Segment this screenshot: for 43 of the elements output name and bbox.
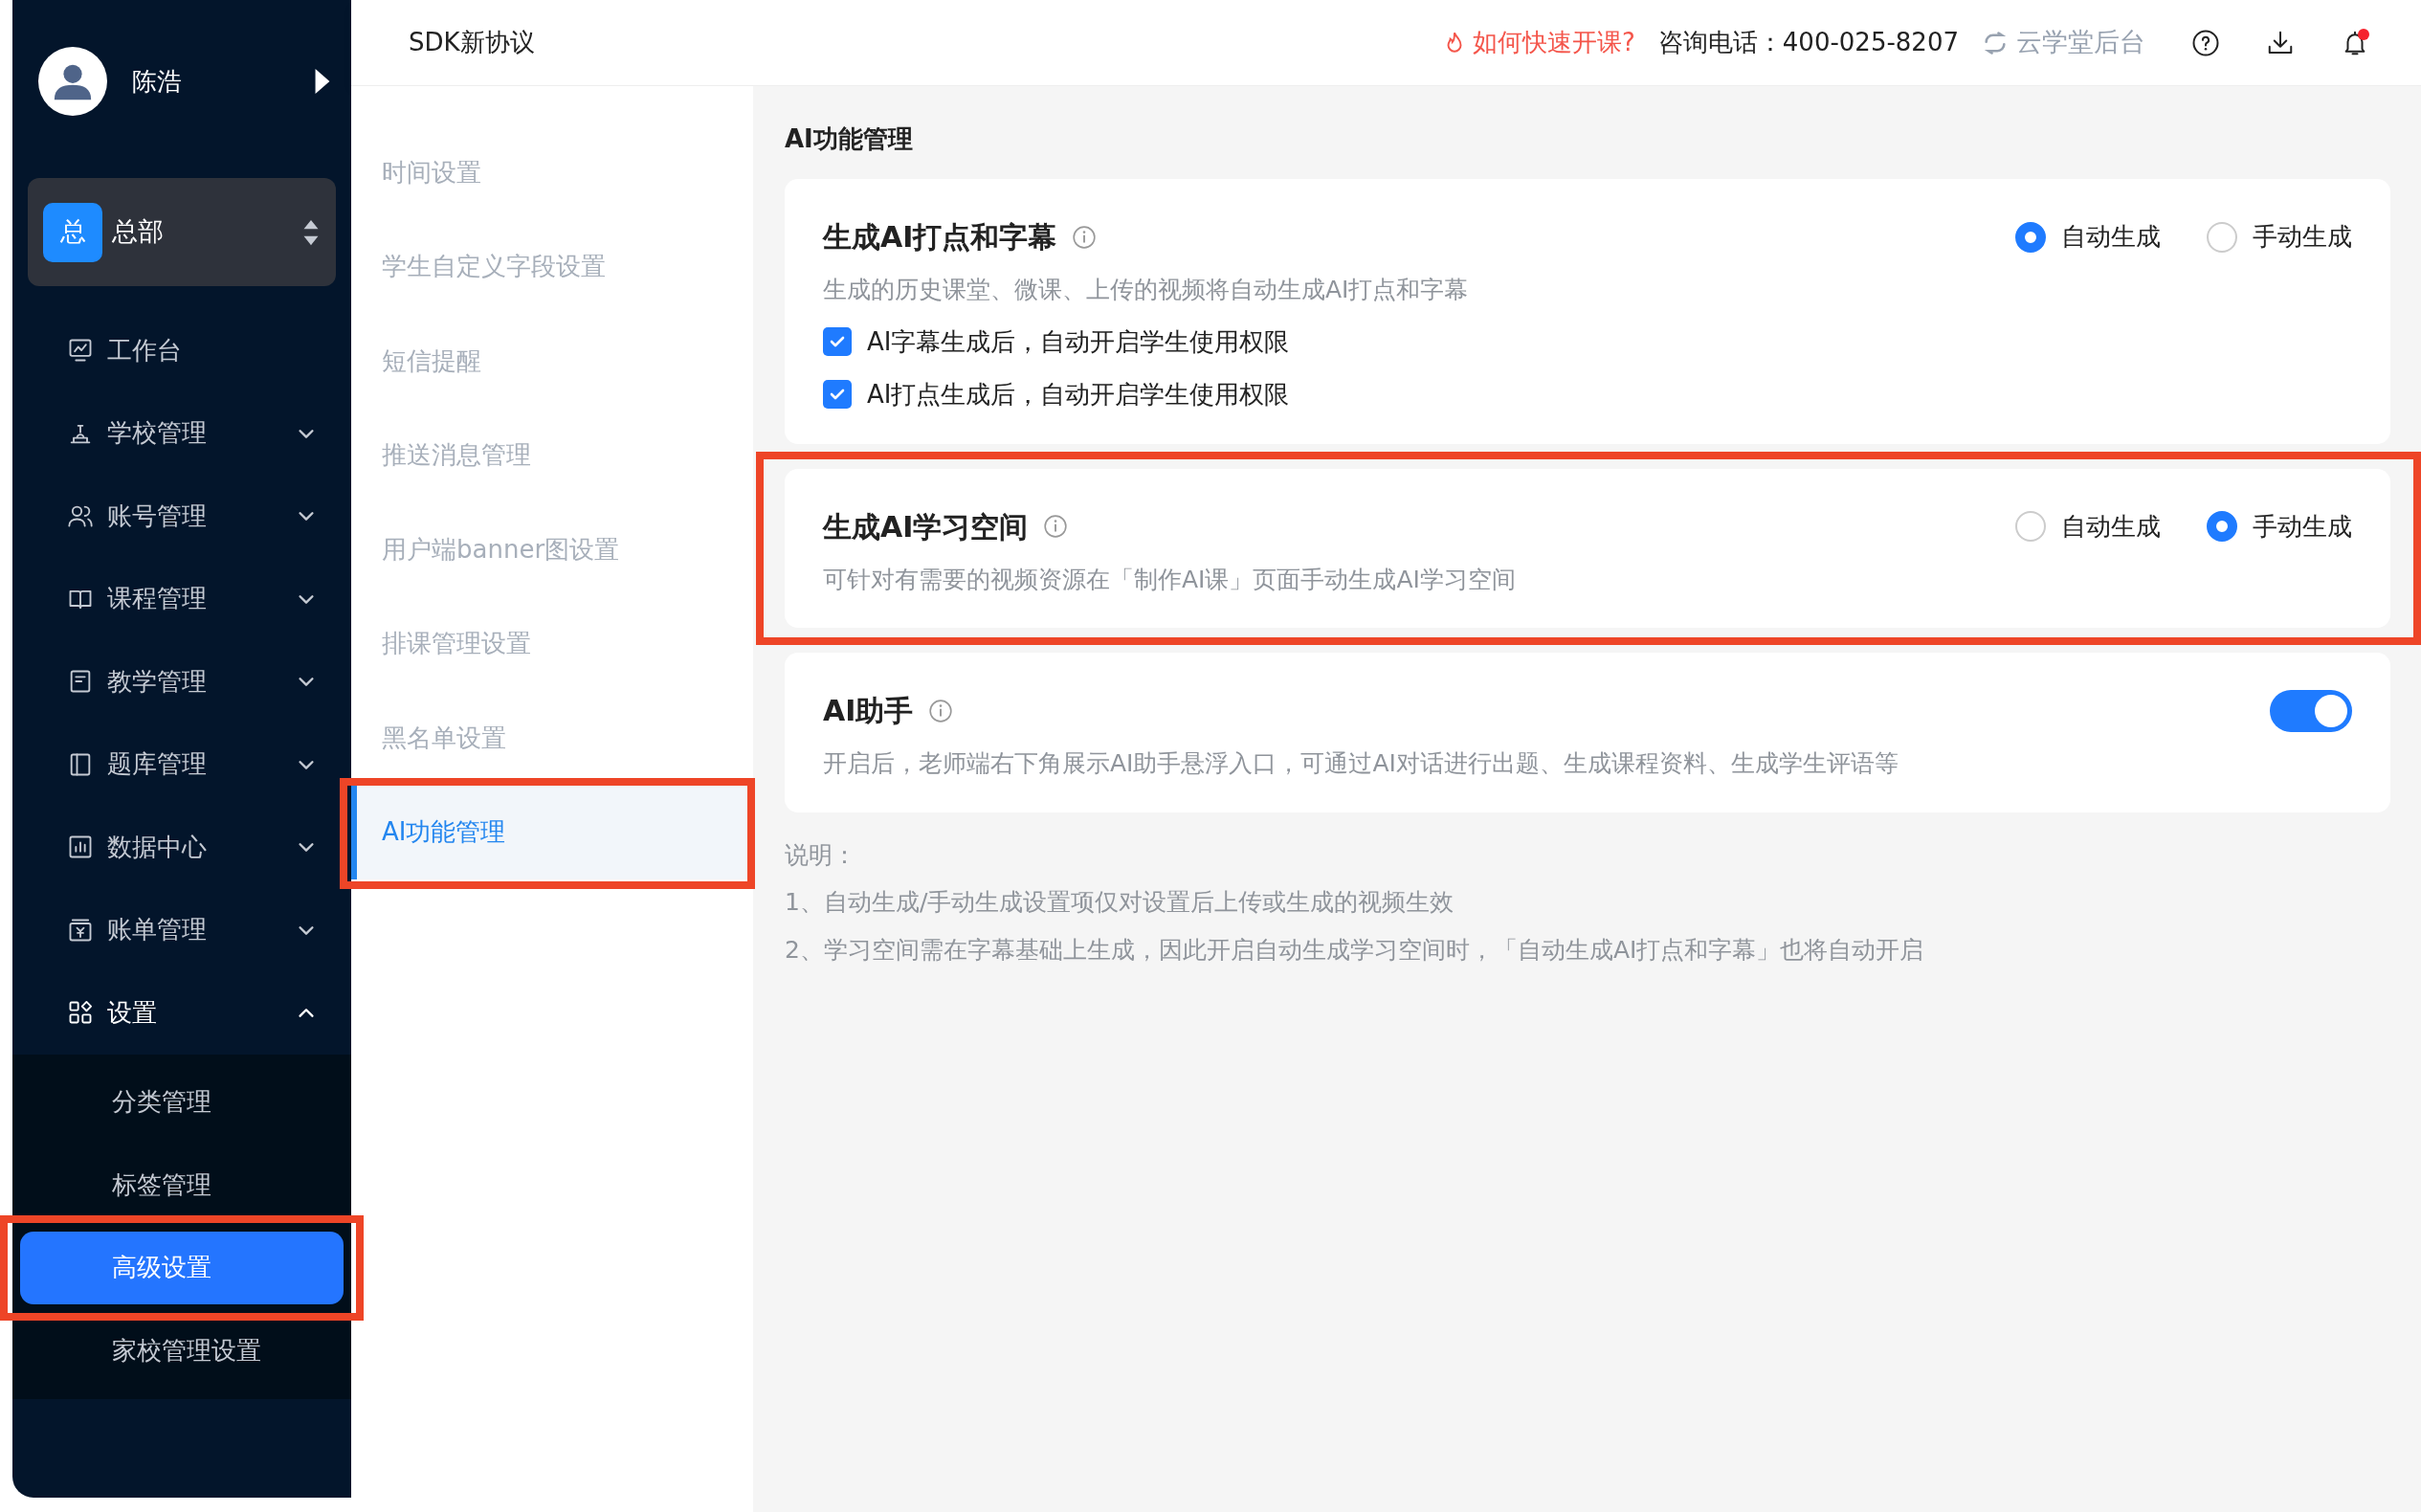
nav-item[interactable]: 工作台 xyxy=(12,309,351,392)
submenu-item[interactable]: 高级设置 xyxy=(20,1231,344,1304)
checkbox-option[interactable]: AI打点生成后，自动开启学生使用权限 xyxy=(823,375,2352,413)
submenu-item[interactable]: 分类管理 xyxy=(20,1065,344,1139)
card-description: 生成的历史课堂、微课、上传的视频将自动生成AI打点和字幕 xyxy=(823,275,1470,305)
submenu-item[interactable]: 家校管理设置 xyxy=(20,1314,344,1388)
submenu-item[interactable]: 标签管理 xyxy=(20,1148,344,1222)
help-button[interactable] xyxy=(2191,28,2220,57)
info-icon xyxy=(1043,514,1069,539)
user-name[interactable]: 陈浩 xyxy=(132,62,288,100)
nav-item[interactable]: 设置 xyxy=(12,971,351,1055)
nav-item[interactable]: 账单管理 xyxy=(12,888,351,971)
note-text: 说明： xyxy=(785,839,857,871)
org-badge: 总 xyxy=(43,202,102,262)
toggle-switch[interactable] xyxy=(2270,689,2352,732)
radio-option[interactable]: 手动生成 xyxy=(2207,507,2352,545)
card-title: AI助手 xyxy=(823,693,914,729)
checkbox-option[interactable]: AI字幕生成后，自动开启学生使用权限 xyxy=(823,322,2352,361)
note-text: 1、自动生成/手动生成设置项仅对设置后上传或生成的视频生效 xyxy=(785,887,1455,918)
info-icon xyxy=(928,698,954,723)
note-text: 2、学习空间需在字幕基础上生成，因此开启自动生成学习空间时，「自动生成AI打点和字幕」也将自动开启 xyxy=(785,934,1925,966)
nav-item[interactable]: 教学管理 xyxy=(12,640,351,723)
phone-text: 咨询电话：400-025-8207 xyxy=(1657,27,1959,58)
org-name: 总部 xyxy=(112,215,165,249)
help-icon xyxy=(2191,28,2220,57)
nav-item[interactable]: 账号管理 xyxy=(12,475,351,558)
card-description: 开启后，老师端右下角展示AI助手悬浮入口，可通过AI对话进行出题、生成课程资料、生成学生评语等 xyxy=(823,748,1899,779)
nav-item[interactable]: 数据中心 xyxy=(12,806,351,889)
nav-item[interactable]: 题库管理 xyxy=(12,723,351,806)
org-switcher[interactable]: 总 总部 xyxy=(28,178,336,286)
radio-option[interactable]: 自动生成 xyxy=(2015,218,2161,256)
radio-option[interactable]: 手动生成 xyxy=(2207,218,2352,256)
card-description: 可针对有需要的视频资源在「制作AI课」页面手动生成AI学习空间 xyxy=(823,564,1517,595)
section-title: AI功能管理 xyxy=(785,123,914,155)
info-icon xyxy=(1072,224,1098,250)
card-title: 生成AI学习空间 xyxy=(823,508,1029,545)
swap-arrows-icon xyxy=(1982,31,2009,55)
card-title: 生成AI打点和字幕 xyxy=(823,219,1057,256)
nav-item[interactable]: 课程管理 xyxy=(12,557,351,640)
nav-item[interactable]: 学校管理 xyxy=(12,391,351,475)
radio-option[interactable]: 自动生成 xyxy=(2015,507,2161,545)
page-heading: SDK新协议 xyxy=(409,27,536,58)
caret-right-icon xyxy=(313,69,332,94)
